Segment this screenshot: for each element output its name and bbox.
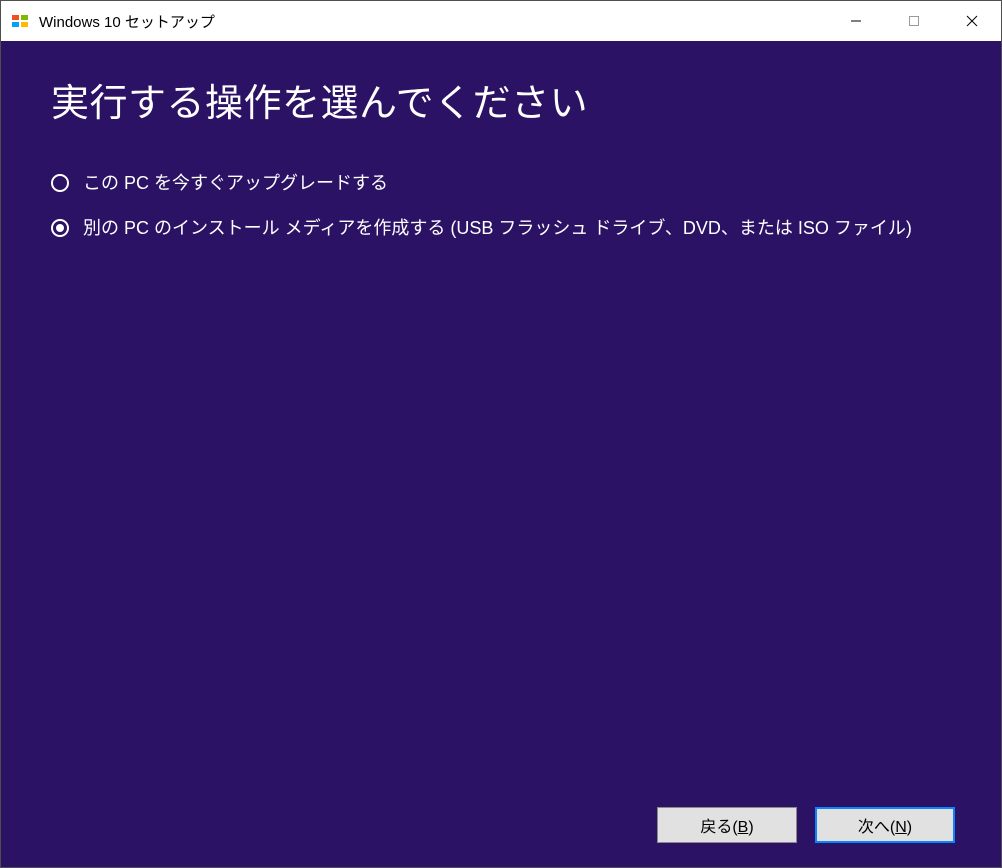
window-title: Windows 10 セットアップ xyxy=(39,11,215,32)
option-upgrade-this-pc[interactable]: この PC を今すぐアップグレードする xyxy=(51,171,951,196)
option-create-media[interactable]: 別の PC のインストール メディアを作成する (USB フラッシュ ドライブ、… xyxy=(51,216,951,241)
minimize-button[interactable] xyxy=(827,1,885,41)
option-label: 別の PC のインストール メディアを作成する (USB フラッシュ ドライブ、… xyxy=(83,216,912,241)
option-group: この PC を今すぐアップグレードする 別の PC のインストール メディアを作… xyxy=(51,171,951,241)
content-area: 実行する操作を選んでください この PC を今すぐアップグレードする 別の PC… xyxy=(1,41,1001,867)
next-button[interactable]: 次へ(N) xyxy=(815,807,955,843)
page-title: 実行する操作を選んでください xyxy=(51,81,951,129)
close-button[interactable] xyxy=(943,1,1001,41)
radio-icon xyxy=(51,174,69,192)
maximize-button[interactable] xyxy=(885,1,943,41)
app-icon xyxy=(11,12,29,30)
radio-selected-dot xyxy=(56,224,64,232)
footer-buttons: 戻る(B) 次へ(N) xyxy=(657,807,955,843)
titlebar: Windows 10 セットアップ xyxy=(1,1,1001,41)
window-controls xyxy=(827,1,1001,41)
option-label: この PC を今すぐアップグレードする xyxy=(83,171,388,196)
radio-icon xyxy=(51,219,69,237)
back-button[interactable]: 戻る(B) xyxy=(657,807,797,843)
setup-window: Windows 10 セットアップ 実行する操作を選んでください この PC を… xyxy=(0,0,1002,868)
